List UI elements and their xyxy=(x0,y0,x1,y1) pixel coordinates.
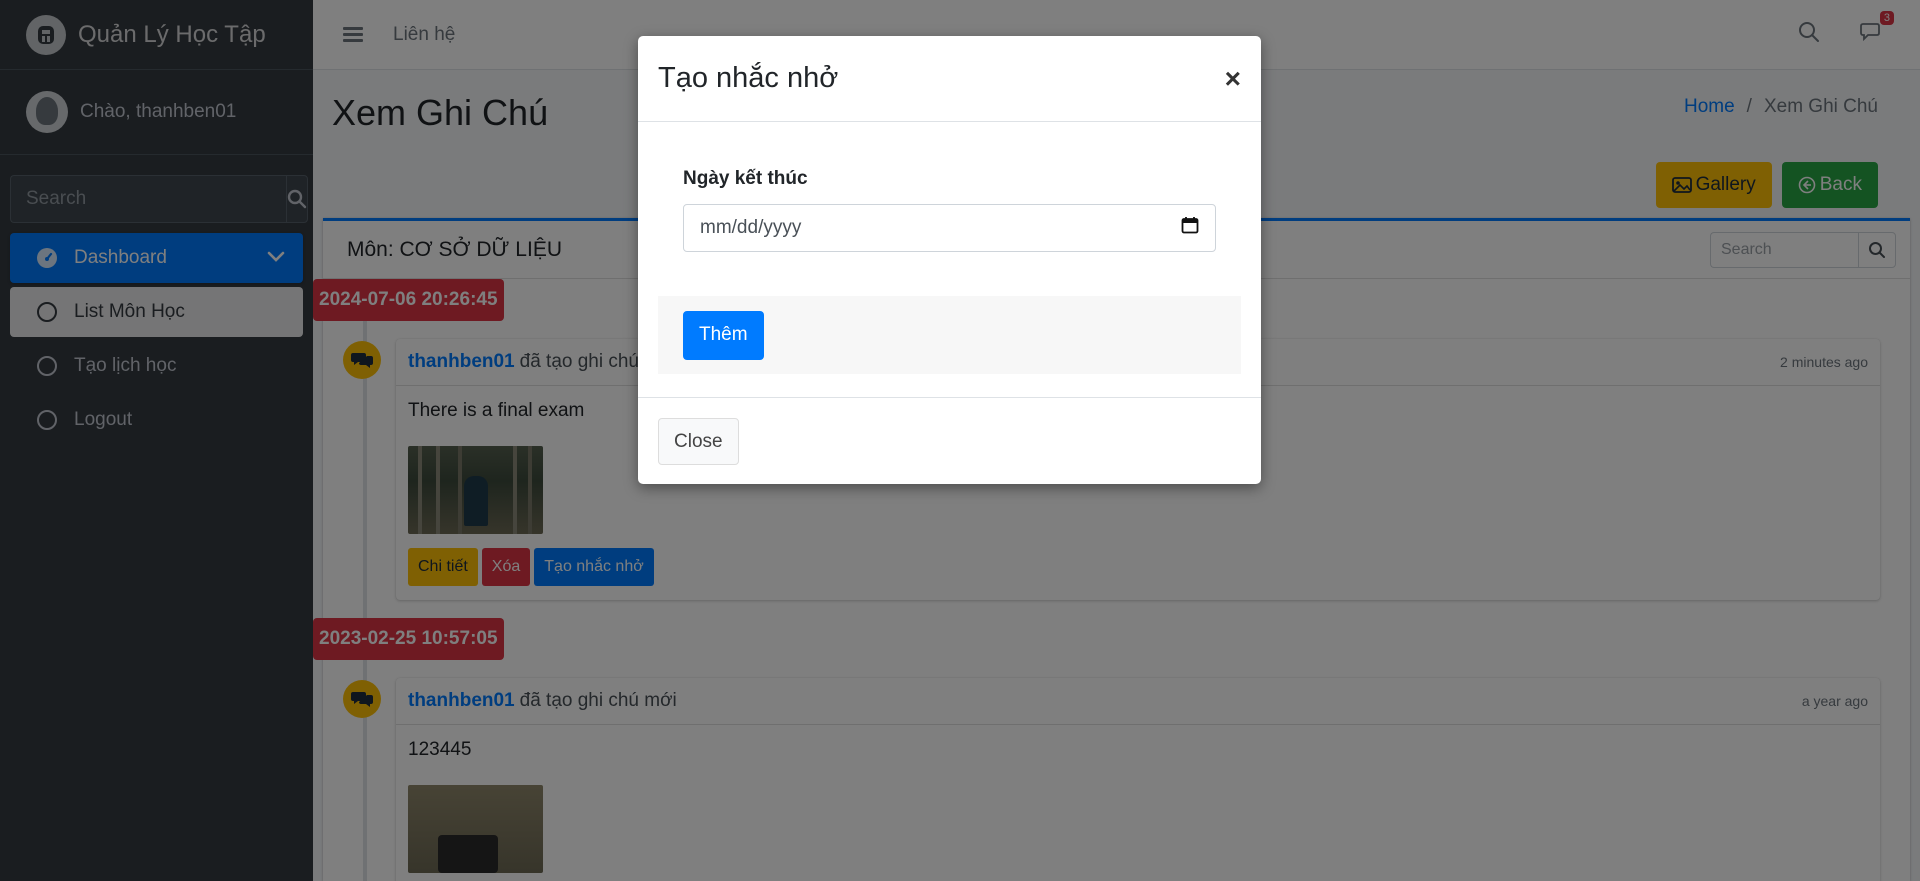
close-icon[interactable]: × xyxy=(1225,63,1241,95)
modal-header: Tạo nhắc nhở × xyxy=(638,36,1261,122)
close-button[interactable]: Close xyxy=(658,418,739,465)
modal-body: Ngày kết thúc mm/dd/yyyy Thêm xyxy=(638,122,1261,398)
form-group: Ngày kết thúc mm/dd/yyyy xyxy=(658,168,1241,252)
form-footer: Thêm xyxy=(658,296,1241,374)
add-button[interactable]: Thêm xyxy=(683,310,764,360)
modal-title: Tạo nhắc nhở xyxy=(658,62,839,94)
end-date-input[interactable]: mm/dd/yyyy xyxy=(683,204,1216,252)
reminder-modal: Tạo nhắc nhở × Ngày kết thúc mm/dd/yyyy … xyxy=(638,36,1261,484)
end-date-label: Ngày kết thúc xyxy=(683,168,808,189)
modal-footer: Close xyxy=(638,398,1261,485)
calendar-icon[interactable] xyxy=(1181,216,1199,240)
date-placeholder: mm/dd/yyyy xyxy=(700,217,802,238)
